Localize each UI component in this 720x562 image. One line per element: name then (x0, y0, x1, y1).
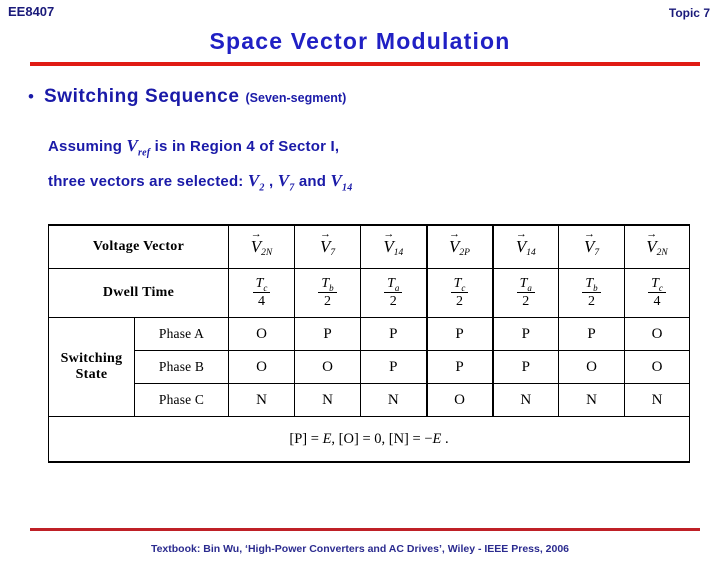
course-code: EE8407 (8, 4, 55, 19)
legend-period: . (441, 430, 449, 447)
dwell-time-cell-4: Tc 2 (426, 268, 494, 318)
dwell-time-cell-7: Tc 4 (624, 268, 691, 318)
vector-glyph: → V2N (646, 228, 668, 259)
vector-glyph: → V2P (449, 228, 470, 259)
phase-b-cell-6: O (558, 350, 626, 384)
phase-b-cell-7: O (624, 350, 691, 384)
phase-c-cell-3: N (360, 383, 428, 417)
bullet-heading-text: Switching Sequence (43, 86, 240, 107)
voltage-vector-cell-5: → V14 (492, 224, 560, 269)
legend-formula: [P] = E, [O] = 0, [N] = −E . (47, 416, 691, 463)
voltage-vector-cell-1: → V2N (228, 224, 296, 269)
legend-n-eq: = − (408, 430, 433, 447)
title-divider-rule (30, 62, 700, 66)
selected-vectors-prefix: three vectors are selected: (48, 173, 248, 190)
phase-c-cell-2: N (294, 383, 362, 417)
assumption-line-1: Assuming Vref is in Region 4 of Sector I… (48, 136, 339, 158)
phase-a-cell-5: P (492, 317, 560, 351)
assumption-line-2: three vectors are selected: V2 , V7 and … (48, 171, 352, 193)
fraction: Tc 4 (252, 276, 271, 311)
legend-n-label: [N] (388, 430, 409, 447)
dwell-time-cell-1: Tc 4 (228, 268, 296, 318)
dwell-time-cell-3: Ta 2 (360, 268, 428, 318)
row-label-phase-a: Phase A (133, 317, 230, 351)
bullet-point-icon: • (28, 87, 34, 106)
vector-v7-symbol: V7 (277, 171, 295, 194)
voltage-vector-cell-2: → V7 (294, 224, 362, 269)
switching-sequence-table: Voltage Vector → V2N → V7 → V14 → V2P → V14 →… (47, 224, 691, 463)
phase-a-cell-4: P (426, 317, 494, 351)
vector-separator-2: and (294, 173, 331, 190)
row-label-voltage-vector: Voltage Vector (47, 224, 230, 269)
fraction: Tc 2 (450, 276, 469, 311)
dwell-time-cell-6: Tb 2 (558, 268, 626, 318)
table-row-legend: [P] = E, [O] = 0, [N] = −E . (47, 416, 691, 463)
topic-label: Topic 7 (668, 6, 710, 20)
phase-a-cell-2: P (294, 317, 362, 351)
voltage-vector-cell-6: → V7 (558, 224, 626, 269)
row-label-phase-c: Phase C (133, 383, 230, 417)
legend-p-label: [P] (289, 430, 308, 447)
assumption-prefix: Assuming (48, 138, 127, 155)
phase-a-cell-3: P (360, 317, 428, 351)
vector-glyph: → V14 (515, 228, 536, 259)
footer-divider-rule (30, 528, 700, 531)
fraction: Ta 2 (384, 276, 403, 311)
vector-glyph: → V7 (319, 228, 336, 259)
bullet-heading-qualifier: (Seven-segment) (245, 91, 347, 105)
fraction: Ta 2 (516, 276, 535, 311)
phase-b-cell-4: P (426, 350, 494, 384)
phase-b-cell-3: P (360, 350, 428, 384)
row-label-phase-b: Phase B (133, 350, 230, 384)
voltage-vector-cell-3: → V14 (360, 224, 428, 269)
vector-v14-symbol: V14 (330, 171, 353, 194)
row-label-switching-state: Switching State (48, 317, 135, 417)
phase-c-cell-5: N (492, 383, 560, 417)
table-row-voltage-vector: Voltage Vector → V2N → V7 → V14 → V2P → V14 →… (47, 224, 691, 269)
table-row-phase-a: Switching State Phase A O P P P P P O (48, 317, 691, 417)
legend-o-eq: = (358, 430, 375, 447)
vector-glyph: → V14 (383, 228, 404, 259)
phase-b-cell-2: O (294, 350, 362, 384)
footer-citation: Textbook: Bin Wu, ‘High-Power Converters… (150, 543, 570, 555)
dwell-time-cell-5: Ta 2 (492, 268, 560, 318)
bullet-heading: • Switching Sequence (Seven-segment) (28, 86, 346, 108)
fraction: Tb 2 (318, 276, 337, 311)
vector-v2-symbol: V2 (247, 171, 265, 194)
phase-a-cell-6: P (558, 317, 626, 351)
phase-a-cell-7: O (624, 317, 691, 351)
legend-o-value: 0 (374, 430, 382, 447)
phase-c-cell-4: O (426, 383, 494, 417)
table-row-dwell-time: Dwell Time Tc 4 Tb 2 Ta 2 Tc 2 Ta 2 Tb 2 Tc 4 (47, 268, 691, 318)
legend-comma-1: , (331, 430, 339, 447)
phase-c-cell-7: N (624, 383, 691, 417)
fraction: Tb 2 (582, 276, 601, 311)
vector-glyph: → V2N (250, 228, 273, 259)
phase-b-cell-1: O (228, 350, 296, 384)
vref-symbol: Vref (126, 136, 151, 159)
legend-p-eq: = (307, 430, 323, 447)
switching-sequence-table-container: Voltage Vector → V2N → V7 → V14 → V2P → V14 →… (47, 224, 691, 463)
legend-comma-2: , (381, 430, 389, 447)
phase-c-cell-6: N (558, 383, 626, 417)
dwell-time-cell-2: Tb 2 (294, 268, 362, 318)
vector-glyph: → V7 (583, 228, 600, 259)
fraction: Tc 4 (648, 276, 666, 311)
legend-o-label: [O] (338, 430, 359, 447)
page-title: Space Vector Modulation (209, 28, 511, 54)
table-row-phase-b: Phase B O O P P P O O (49, 350, 691, 384)
voltage-vector-cell-7: → V2N (624, 224, 691, 269)
voltage-vector-cell-4: → V2P (426, 224, 494, 269)
phase-a-cell-1: O (228, 317, 296, 351)
vector-separator-1: , (264, 173, 278, 190)
table-row-phase-c: Phase C N N N O N N N (49, 383, 691, 417)
assumption-suffix: is in Region 4 of Sector I, (150, 138, 340, 155)
phase-c-cell-1: N (228, 383, 296, 417)
row-label-dwell-time: Dwell Time (47, 268, 230, 318)
phase-b-cell-5: P (492, 350, 560, 384)
